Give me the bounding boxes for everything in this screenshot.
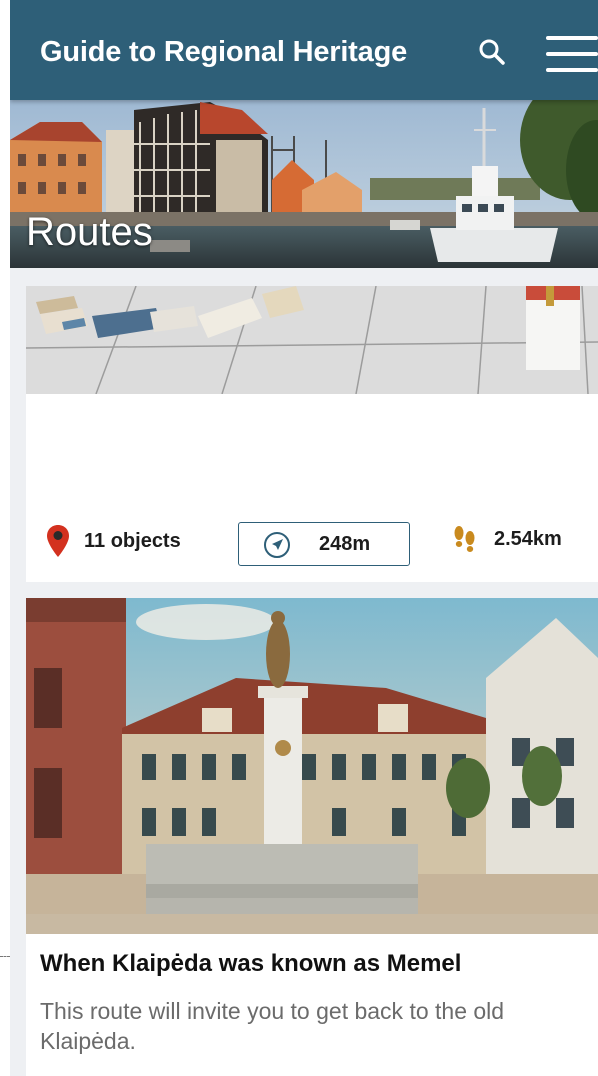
divider — [0, 956, 10, 959]
app-header: Guide to Regional Heritage — [10, 0, 598, 100]
length-label: 2.54km — [494, 527, 562, 550]
page-title: Routes — [26, 210, 153, 254]
distance-label: 248m — [319, 533, 371, 555]
app-screen: Guide to Regional Heritage Routes 11 obj… — [10, 0, 598, 1076]
map-pin-icon — [47, 525, 69, 557]
route-stats: 11 objects 248m 2.54km — [26, 518, 598, 570]
route-card[interactable]: When Klaipėda was known as Memel This ro… — [26, 598, 598, 1076]
route-description: This route will invite you to get back t… — [40, 998, 505, 1054]
route-card[interactable]: 11 objects 248m 2.54km — [26, 286, 598, 582]
route-title: When Klaipėda was known as Memel — [40, 950, 462, 977]
hero-banner: Routes — [10, 100, 598, 268]
app-title: Guide to Regional Heritage — [40, 36, 408, 68]
menu-button[interactable] — [546, 32, 598, 76]
navigation-arrow-icon — [264, 532, 290, 558]
route-photo — [26, 286, 598, 394]
footsteps-icon — [454, 526, 475, 552]
route-length: 2.54km — [452, 524, 562, 554]
search-icon — [479, 39, 505, 65]
objects-label: 11 objects — [84, 529, 181, 552]
route-photo — [26, 598, 598, 934]
search-button[interactable] — [476, 36, 508, 68]
hamburger-menu-icon — [546, 36, 598, 40]
distance-button[interactable]: 248m — [238, 522, 410, 566]
objects-count: 11 objects — [46, 524, 181, 558]
